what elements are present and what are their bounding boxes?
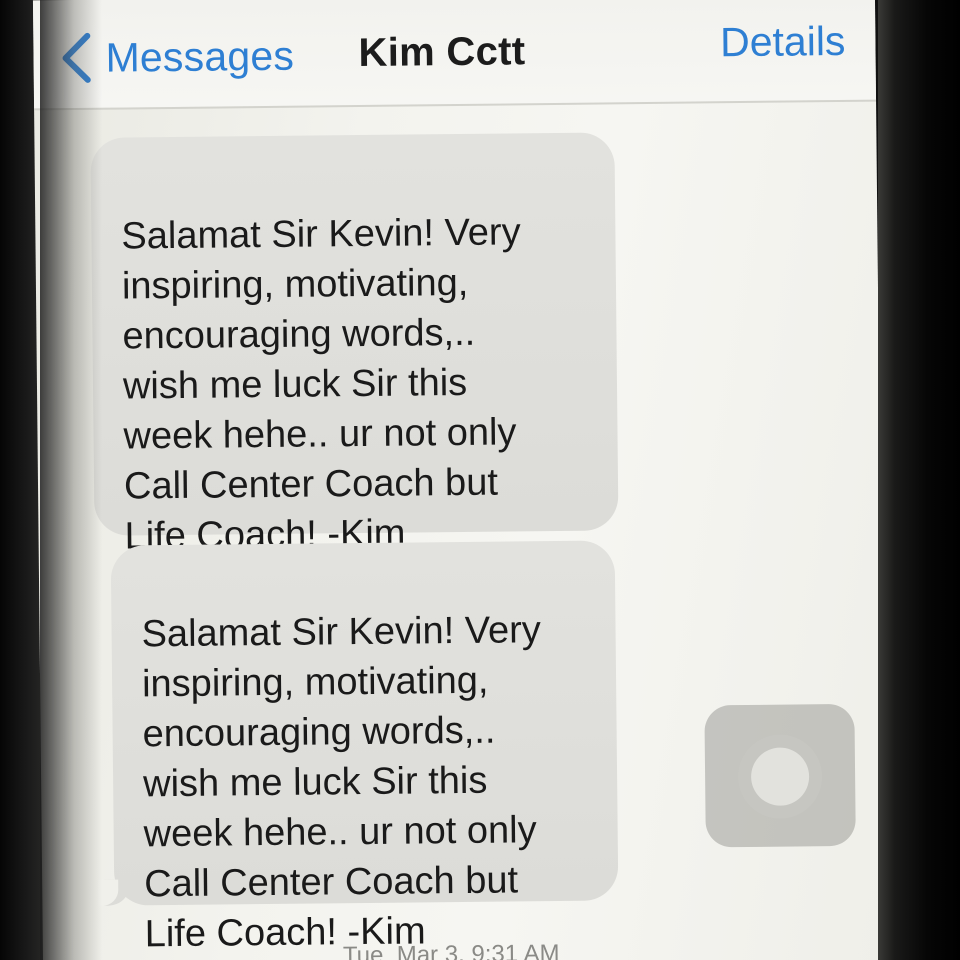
assistive-touch-inner-ring (750, 747, 810, 806)
details-button[interactable]: Details (720, 18, 846, 66)
conversation-title: Kim Cctt (358, 29, 526, 76)
phone-photo: Messages Kim Cctt Details Salamat Sir Ke… (0, 0, 960, 960)
incoming-message-bubble[interactable]: Salamat Sir Kevin! Very inspiring, motiv… (90, 132, 619, 558)
message-timestamp: Tue, Mar 3, 9:31 AM (342, 939, 560, 960)
assistive-touch-button[interactable] (704, 703, 856, 848)
screen-edge-shadow (40, 0, 102, 960)
message-text: Salamat Sir Kevin! Very inspiring, motiv… (141, 609, 541, 956)
incoming-message-bubble[interactable]: Salamat Sir Kevin! Very inspiring, motiv… (104, 540, 619, 955)
assistive-touch-icon (737, 734, 823, 820)
back-button-label: Messages (105, 32, 295, 81)
phone-bezel (878, 0, 960, 960)
bubble-tail (104, 879, 131, 906)
messages-screen: Messages Kim Cctt Details Salamat Sir Ke… (32, 0, 886, 960)
navigation-bar: Messages Kim Cctt Details (32, 0, 877, 111)
message-text: Salamat Sir Kevin! Very inspiring, motiv… (121, 211, 521, 558)
